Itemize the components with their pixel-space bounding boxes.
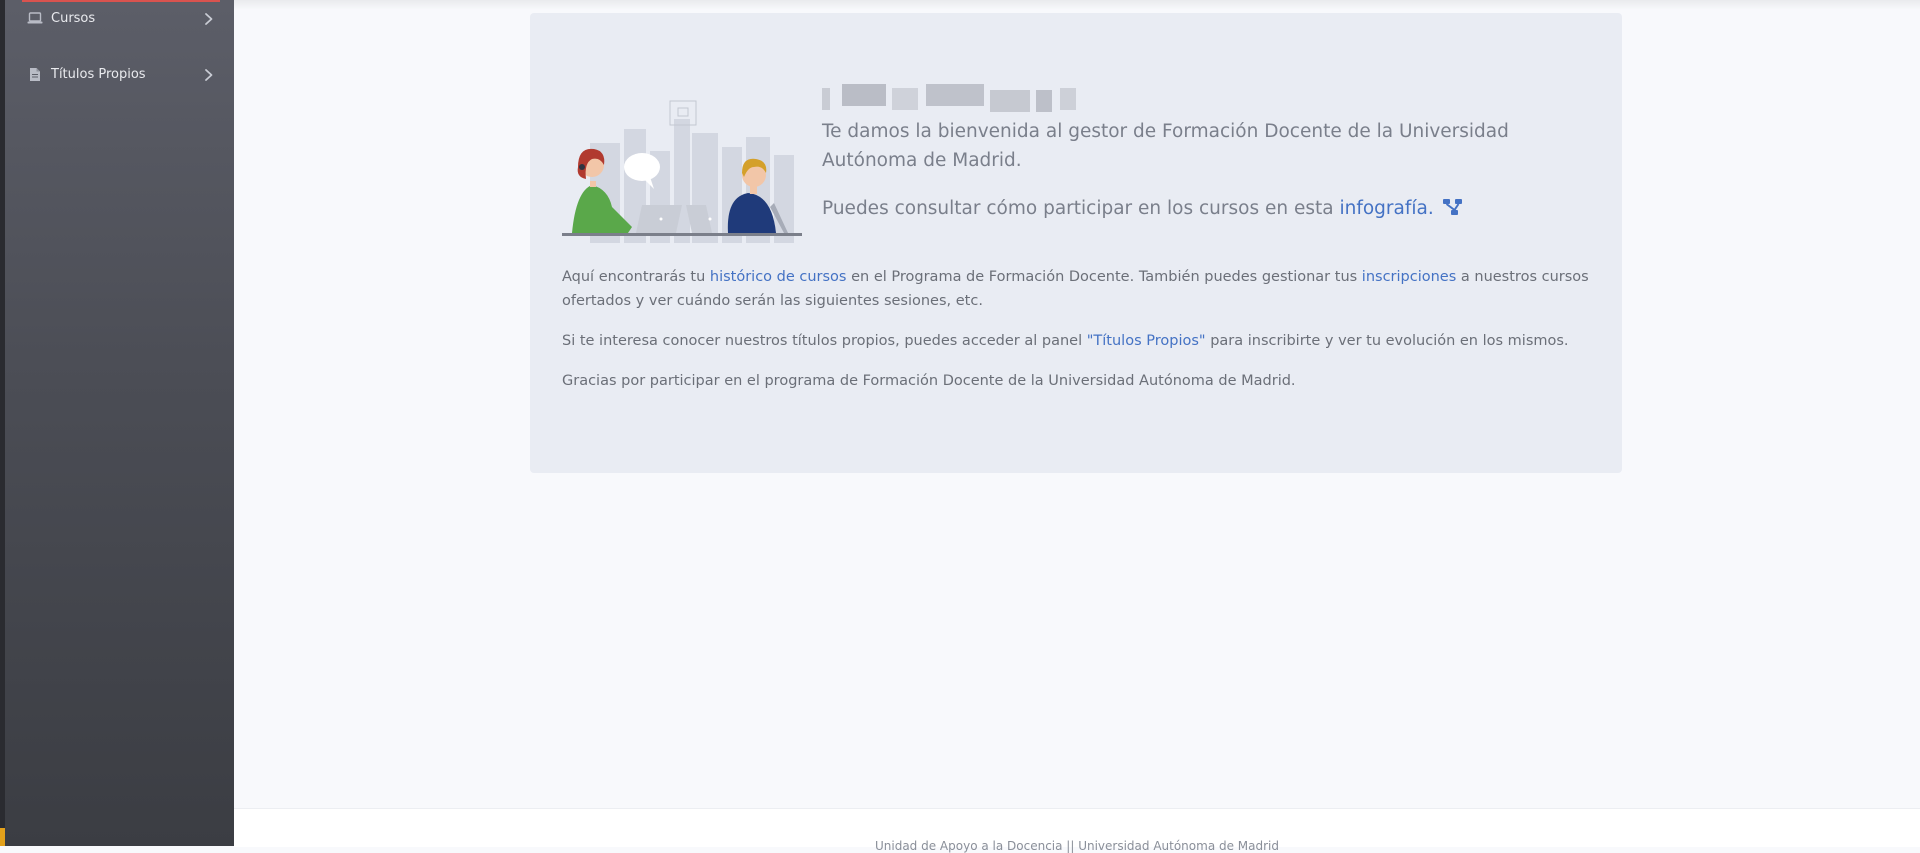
infographic-prefix: Puedes consultar cómo participar en los … <box>822 198 1334 219</box>
infographic-link[interactable]: infografía. <box>1339 198 1433 219</box>
registrations-link[interactable]: inscripciones <box>1362 269 1456 285</box>
sidebar-item-cursos[interactable]: Cursos <box>5 3 234 33</box>
chevron-right-icon <box>203 67 215 81</box>
topbar-shadow <box>234 0 1920 10</box>
titles-paragraph: Si te interesa conocer nuestros títulos … <box>562 329 1592 353</box>
sidebar-item-titulos-propios[interactable]: Títulos Propios <box>5 59 234 89</box>
p2-text-a: Si te interesa conocer nuestros títulos … <box>562 333 1083 349</box>
sidebar-item-label: Títulos Propios <box>51 66 146 82</box>
course-history-link[interactable]: histórico de cursos <box>710 269 847 285</box>
sidebar-item-label: Cursos <box>51 10 96 26</box>
active-indicator <box>22 0 220 2</box>
laptop-icon <box>27 10 43 26</box>
online-meeting-illustration <box>562 81 802 245</box>
p1-text-a: Aquí encontrarás tu <box>562 269 706 285</box>
user-name-redacted <box>822 84 1112 112</box>
sitemap-icon[interactable] <box>1442 196 1464 225</box>
document-icon <box>27 66 43 82</box>
welcome-card: Te damos la bienvenida al gestor de Form… <box>530 13 1622 473</box>
welcome-lead-text: Te damos la bienvenida al gestor de Form… <box>822 121 1509 171</box>
thanks-paragraph: Gracias por participar en el programa de… <box>562 373 1296 389</box>
chevron-right-icon <box>203 11 215 25</box>
sidebar: Cursos Títulos Propios <box>5 0 234 846</box>
p2-text-b: para inscribirte y ver tu evolución en l… <box>1210 333 1569 349</box>
courses-paragraph: Aquí encontrarás tu histórico de cursos … <box>562 265 1592 313</box>
main-content: Te damos la bienvenida al gestor de Form… <box>234 0 1920 853</box>
footer-text: Unidad de Apoyo a la Docencia || Univers… <box>874 839 1280 853</box>
titulos-propios-link[interactable]: "Títulos Propios" <box>1087 333 1206 349</box>
infographic-line: Puedes consultar cómo participar en los … <box>822 194 1592 225</box>
footer: Unidad de Apoyo a la Docencia || Univers… <box>234 808 1920 853</box>
p1-text-b: en el Programa de Formación Docente. Tam… <box>851 269 1358 285</box>
